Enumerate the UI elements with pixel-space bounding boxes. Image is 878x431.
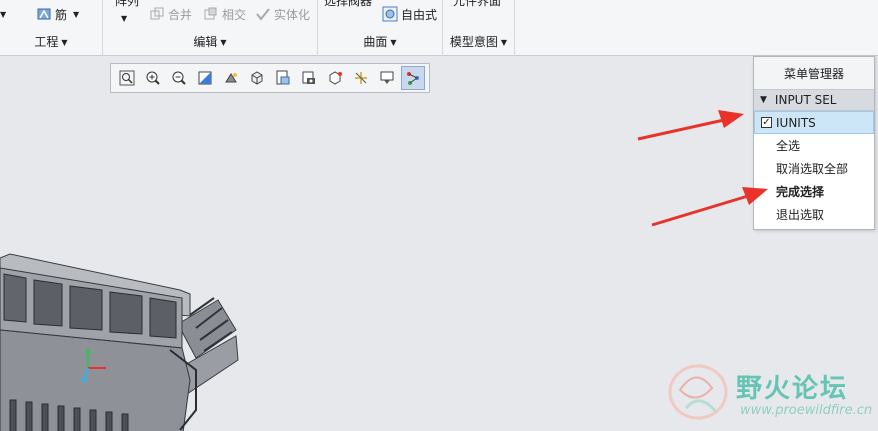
menu-manager: 菜单管理器 ▼ INPUT SEL ✓ IUNITS 全选 取消选取全部 完成选择 … — [753, 56, 875, 230]
solidify-tool[interactable]: 实体化 — [255, 4, 310, 24]
datum-icon — [355, 72, 367, 84]
rib-chevron-icon: ▼ — [73, 9, 80, 19]
menu-item-label: 取消选取全部 — [776, 162, 849, 176]
graphics-toolbar — [110, 63, 430, 93]
group-label-model-intent[interactable]: 模型意图 ▼ — [443, 33, 514, 50]
merge-icon — [150, 7, 164, 20]
cube-icon — [251, 71, 263, 85]
merge-tool[interactable]: 合并 — [149, 4, 192, 24]
annotation-icon — [380, 71, 394, 84]
refit-button[interactable] — [115, 66, 139, 90]
family-tool-label[interactable]: 元件界面 — [453, 0, 501, 9]
chevron-down-icon: ▼ — [500, 38, 508, 47]
checkbox-checked-icon[interactable]: ✓ — [761, 117, 772, 128]
saved-orientations-button[interactable] — [245, 66, 269, 90]
group-edit: 阵列 ▼ 合并 相交 实体化 编辑 ▼ — [103, 0, 318, 56]
perspective-button[interactable] — [297, 66, 321, 90]
intersect-tool[interactable]: 相交 — [203, 4, 246, 24]
annotation-display-button[interactable] — [375, 66, 399, 90]
menu-item-iunits[interactable]: ✓ IUNITS — [754, 111, 874, 134]
rib-label: 筋 — [55, 7, 68, 22]
menu-item-done-select[interactable]: 完成选择 — [754, 180, 874, 203]
menu-item-quit-select[interactable]: 退出选取 — [754, 203, 874, 226]
refit-icon — [119, 70, 135, 86]
camera-icon — [302, 71, 315, 84]
group-model-intent: 元件界面 模型意图 ▼ — [443, 0, 515, 56]
display-style-button[interactable] — [219, 66, 243, 90]
chevron-down-icon: ▼ — [220, 38, 227, 47]
menu-item-label: 完成选择 — [776, 185, 825, 199]
display-style-icon — [225, 73, 237, 83]
red-arrow-icon — [651, 187, 768, 227]
menu-section-label: INPUT SEL — [774, 93, 837, 107]
chevron-down-icon: ▼ — [390, 38, 397, 47]
group-label-engineering[interactable]: 工程 ▼ — [0, 33, 102, 50]
view-manager-button[interactable] — [271, 66, 295, 90]
menu-item-label: 退出选取 — [776, 208, 825, 222]
freeform-tool[interactable]: 自由式 — [382, 4, 437, 24]
intersect-label: 相交 — [222, 7, 247, 22]
menu-item-select-all[interactable]: 全选 — [754, 134, 874, 157]
spin-center-icon — [329, 71, 342, 85]
rib-tool[interactable]: 筋 ▼ — [36, 4, 79, 24]
network-display-button[interactable] — [401, 66, 425, 90]
part-model[interactable] — [0, 240, 260, 431]
chevron-down-icon: ▼ — [61, 38, 68, 47]
spin-center-button[interactable] — [323, 66, 347, 90]
solidify-icon — [256, 8, 270, 21]
solidify-label: 实体化 — [274, 7, 311, 22]
menu-manager-title: 菜单管理器 — [754, 57, 874, 89]
menu-section-input-sel[interactable]: ▼ INPUT SEL — [754, 89, 874, 111]
menu-item-label: IUNITS — [776, 115, 816, 130]
zoom-out-button[interactable] — [167, 66, 191, 90]
repaint-icon — [198, 71, 212, 85]
datum-display-button[interactable] — [349, 66, 373, 90]
watermark-url: www.proewildfire.cn — [740, 403, 873, 418]
group-surface: 选择阀器 自由式 曲面 ▼ — [318, 0, 443, 56]
zoom-in-button[interactable] — [141, 66, 165, 90]
watermark-title: 野火论坛 — [736, 374, 849, 404]
freeform-label: 自由式 — [401, 7, 438, 22]
select-tool-label[interactable]: 选择阀器 — [324, 0, 372, 9]
collapse-triangle-icon: ▼ — [760, 95, 767, 105]
zoom-out-icon — [172, 71, 186, 85]
repaint-button[interactable] — [193, 66, 217, 90]
red-arrow-icon — [637, 110, 744, 141]
group-label-surface[interactable]: 曲面 ▼ — [318, 33, 442, 50]
zoom-in-icon — [146, 71, 160, 85]
merge-label: 合并 — [168, 7, 193, 22]
ribbon: ▼ 筋 ▼ 工程 ▼ 阵列 ▼ 合并 相交 实体化 编辑 ▼ 选择阀器 自由式 曲面… — [0, 0, 878, 56]
network-icon — [407, 72, 419, 85]
rib-dropdown-left[interactable]: ▼ — [0, 4, 6, 24]
rib-icon — [37, 8, 51, 20]
menu-item-unselect-all[interactable]: 取消选取全部 — [754, 157, 874, 180]
group-engineering: ▼ 筋 ▼ 工程 ▼ — [0, 0, 103, 56]
pattern-chevron-icon[interactable]: ▼ — [121, 8, 127, 28]
freeform-icon — [382, 6, 398, 22]
group-label-edit[interactable]: 编辑 ▼ — [103, 33, 317, 50]
view-manager-icon — [276, 70, 290, 85]
menu-item-label: 全选 — [776, 139, 801, 153]
intersect-icon — [204, 7, 217, 20]
